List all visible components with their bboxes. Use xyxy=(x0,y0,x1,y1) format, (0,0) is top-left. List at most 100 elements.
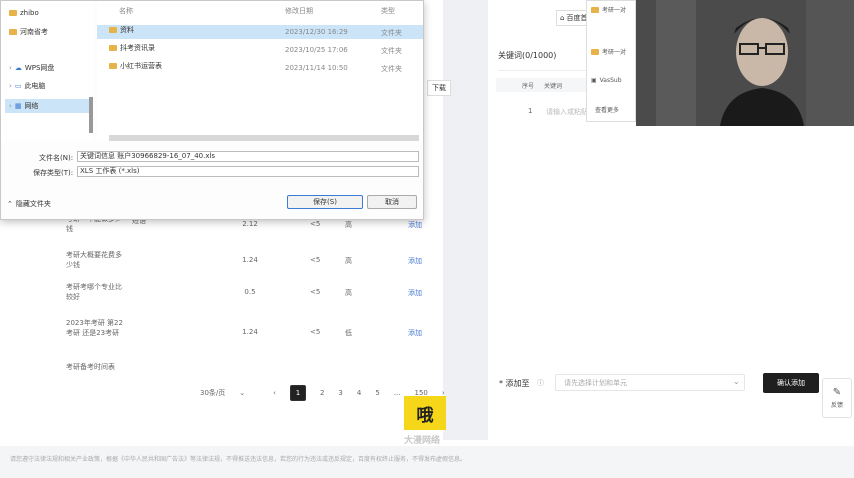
file-row[interactable]: 资料 2023/12/30 16:29 文件夹 xyxy=(97,25,423,39)
filename-input[interactable]: 关键词信息 账户30966829-16_07_40.xls xyxy=(77,151,419,162)
watermark-text: 大漫网络 xyxy=(404,436,441,446)
keyword-cell: 2023年考研 第22考研 还是23考研 xyxy=(66,319,123,337)
keyword-count-title: 关键词(0/1000) xyxy=(498,51,557,60)
plan-unit-select[interactable]: 请先选择计划和单元 xyxy=(555,374,745,391)
person-image xyxy=(636,0,854,126)
level-cell: 低 xyxy=(345,329,352,337)
file-row[interactable]: 抖考资讯录 2023/10/25 17:06 文件夹 xyxy=(97,43,423,57)
popup-item[interactable]: 考研一对 xyxy=(591,47,626,56)
page-size-select[interactable]: 30条/页 xyxy=(200,388,225,398)
page-1[interactable]: 1 xyxy=(289,385,306,401)
keyword-cell: 考研考哪个专业比较好 xyxy=(66,283,122,301)
chevron-right-icon: › xyxy=(9,82,12,90)
page-4[interactable]: 4 xyxy=(357,389,361,397)
value-cell: 0.5 xyxy=(244,288,256,296)
sidebar-item-henan[interactable]: 河南省考 xyxy=(9,27,48,37)
network-icon: ▦ xyxy=(14,102,22,110)
add-link[interactable]: 添加 xyxy=(408,328,422,338)
chevron-right-icon: › xyxy=(9,102,12,110)
dialog-bottom: 文件名(N): 关键词信息 账户30966829-16_07_40.xls 保存… xyxy=(1,149,425,221)
level-cell: 高 xyxy=(345,289,352,297)
add-link[interactable]: 添加 xyxy=(408,220,422,230)
page-2[interactable]: 2 xyxy=(320,389,324,397)
row-index: 1 xyxy=(528,107,533,115)
webcam-overlay xyxy=(636,0,854,126)
feedback-label: 反馈 xyxy=(830,402,843,409)
col-type[interactable]: 类型 xyxy=(381,6,395,16)
computer-icon: ▭ xyxy=(14,82,22,90)
filename-label: 文件名(N): xyxy=(39,154,74,162)
col-name[interactable]: 名称 xyxy=(119,6,133,16)
file-type: 文件夹 xyxy=(381,65,402,73)
file-date: 2023/11/14 10:50 xyxy=(285,64,348,72)
help-icon: ⓘ xyxy=(537,379,544,387)
competition-cell: <5 xyxy=(310,328,321,336)
level-cell: 高 xyxy=(345,221,352,229)
app-icon: ▣ xyxy=(591,77,597,84)
feedback-icon: ✎ xyxy=(832,387,842,398)
keyword-cell: 考研大概要花费多少钱 xyxy=(66,251,122,269)
col-index: 序号 xyxy=(522,83,535,90)
horizontal-scrollbar[interactable] xyxy=(109,135,419,141)
value-cell: 2.12 xyxy=(242,220,258,228)
footer-notice: 请您遵守法律法规和相关产业政策，根据《中华人民共和国广告法》等法律法规，不得推送… xyxy=(0,446,854,478)
add-to-label: * 添加至 xyxy=(499,379,530,388)
suggestion-popup: 考研一对 考研一对 ▣ VasSub 查看更多 xyxy=(586,0,636,122)
competition-cell: <5 xyxy=(310,220,321,228)
add-link[interactable]: 添加 xyxy=(408,288,422,298)
file-type: 文件夹 xyxy=(381,29,402,37)
folder-icon xyxy=(591,48,599,55)
competition-cell: <5 xyxy=(310,288,321,296)
popup-item[interactable]: 考研一对 xyxy=(591,5,626,14)
sidebar-item-network[interactable]: › ▦ 网络 xyxy=(5,99,89,113)
folder-icon xyxy=(9,29,17,35)
level-cell: 高 xyxy=(345,257,352,265)
save-file-dialog: zhibo 河南省考 › ☁ WPS网盘 › ▭ 此电脑 › ▦ 网络 名称 修改日期 类型… xyxy=(0,0,424,220)
folder-icon xyxy=(9,10,17,16)
popup-item[interactable]: ▣ VasSub xyxy=(591,77,622,84)
file-name: 抖考资讯录 xyxy=(109,43,155,53)
page-ellipsis: ... xyxy=(393,389,401,397)
filetype-select[interactable]: XLS 工作表 (*.xls) xyxy=(77,166,419,177)
sidebar-scrollbar[interactable] xyxy=(89,97,93,133)
folder-icon xyxy=(109,63,117,69)
add-to-bar: * 添加至 ⓘ 请先选择计划和单元 ⌄ 确认添加 xyxy=(495,372,825,394)
cancel-button[interactable]: 取消 xyxy=(367,195,417,209)
page-3[interactable]: 3 xyxy=(338,389,342,397)
file-type: 文件夹 xyxy=(381,47,402,55)
chevron-down-icon: ⌄ xyxy=(733,377,740,386)
chevron-down-icon: ⌄ xyxy=(239,389,246,397)
add-link[interactable]: 添加 xyxy=(408,256,422,266)
page-5[interactable]: 5 xyxy=(375,389,379,397)
sidebar-item-wps[interactable]: › ☁ WPS网盘 xyxy=(9,63,54,73)
cloud-icon: ☁ xyxy=(14,64,22,72)
divider-strip xyxy=(443,0,488,440)
col-keyword: 关键词 xyxy=(544,83,563,90)
dialog-sidebar: zhibo 河南省考 › ☁ WPS网盘 › ▭ 此电脑 › ▦ 网络 xyxy=(1,1,93,141)
save-button[interactable]: 保存(S) xyxy=(287,195,363,209)
keyword-cell: 考研备考时间表 xyxy=(66,363,115,371)
feedback-button[interactable]: ✎ 反馈 xyxy=(822,378,852,418)
folder-icon xyxy=(591,6,599,13)
value-cell: 1.24 xyxy=(242,256,258,264)
see-more-link[interactable]: 查看更多 xyxy=(595,105,619,114)
sidebar-item-zhibo[interactable]: zhibo xyxy=(9,9,39,17)
folder-icon xyxy=(109,27,117,33)
download-button[interactable]: 下载 xyxy=(427,80,451,96)
file-name: 小红书运营表 xyxy=(109,61,162,71)
file-date: 2023/10/25 17:06 xyxy=(285,46,348,54)
value-cell: 1.24 xyxy=(242,328,258,336)
file-row[interactable]: 小红书运营表 2023/11/14 10:50 文件夹 xyxy=(97,61,423,75)
file-name: 资料 xyxy=(109,25,134,35)
hide-folders-toggle[interactable]: ⌃ 隐藏文件夹 xyxy=(7,199,51,209)
folder-icon xyxy=(109,45,117,51)
col-date[interactable]: 修改日期 xyxy=(285,6,313,16)
file-list: 名称 修改日期 类型 资料 2023/12/30 16:29 文件夹 抖考资讯录… xyxy=(97,1,423,141)
confirm-add-button[interactable]: 确认添加 xyxy=(763,373,819,393)
file-date: 2023/12/30 16:29 xyxy=(285,28,348,36)
filetype-label: 保存类型(T): xyxy=(33,169,74,177)
prev-page-icon[interactable]: ‹ xyxy=(273,389,276,397)
sidebar-item-computer[interactable]: › ▭ 此电脑 xyxy=(9,81,45,91)
chevron-up-icon: ⌃ xyxy=(7,200,13,208)
watermark-logo: 哦 xyxy=(404,396,446,430)
